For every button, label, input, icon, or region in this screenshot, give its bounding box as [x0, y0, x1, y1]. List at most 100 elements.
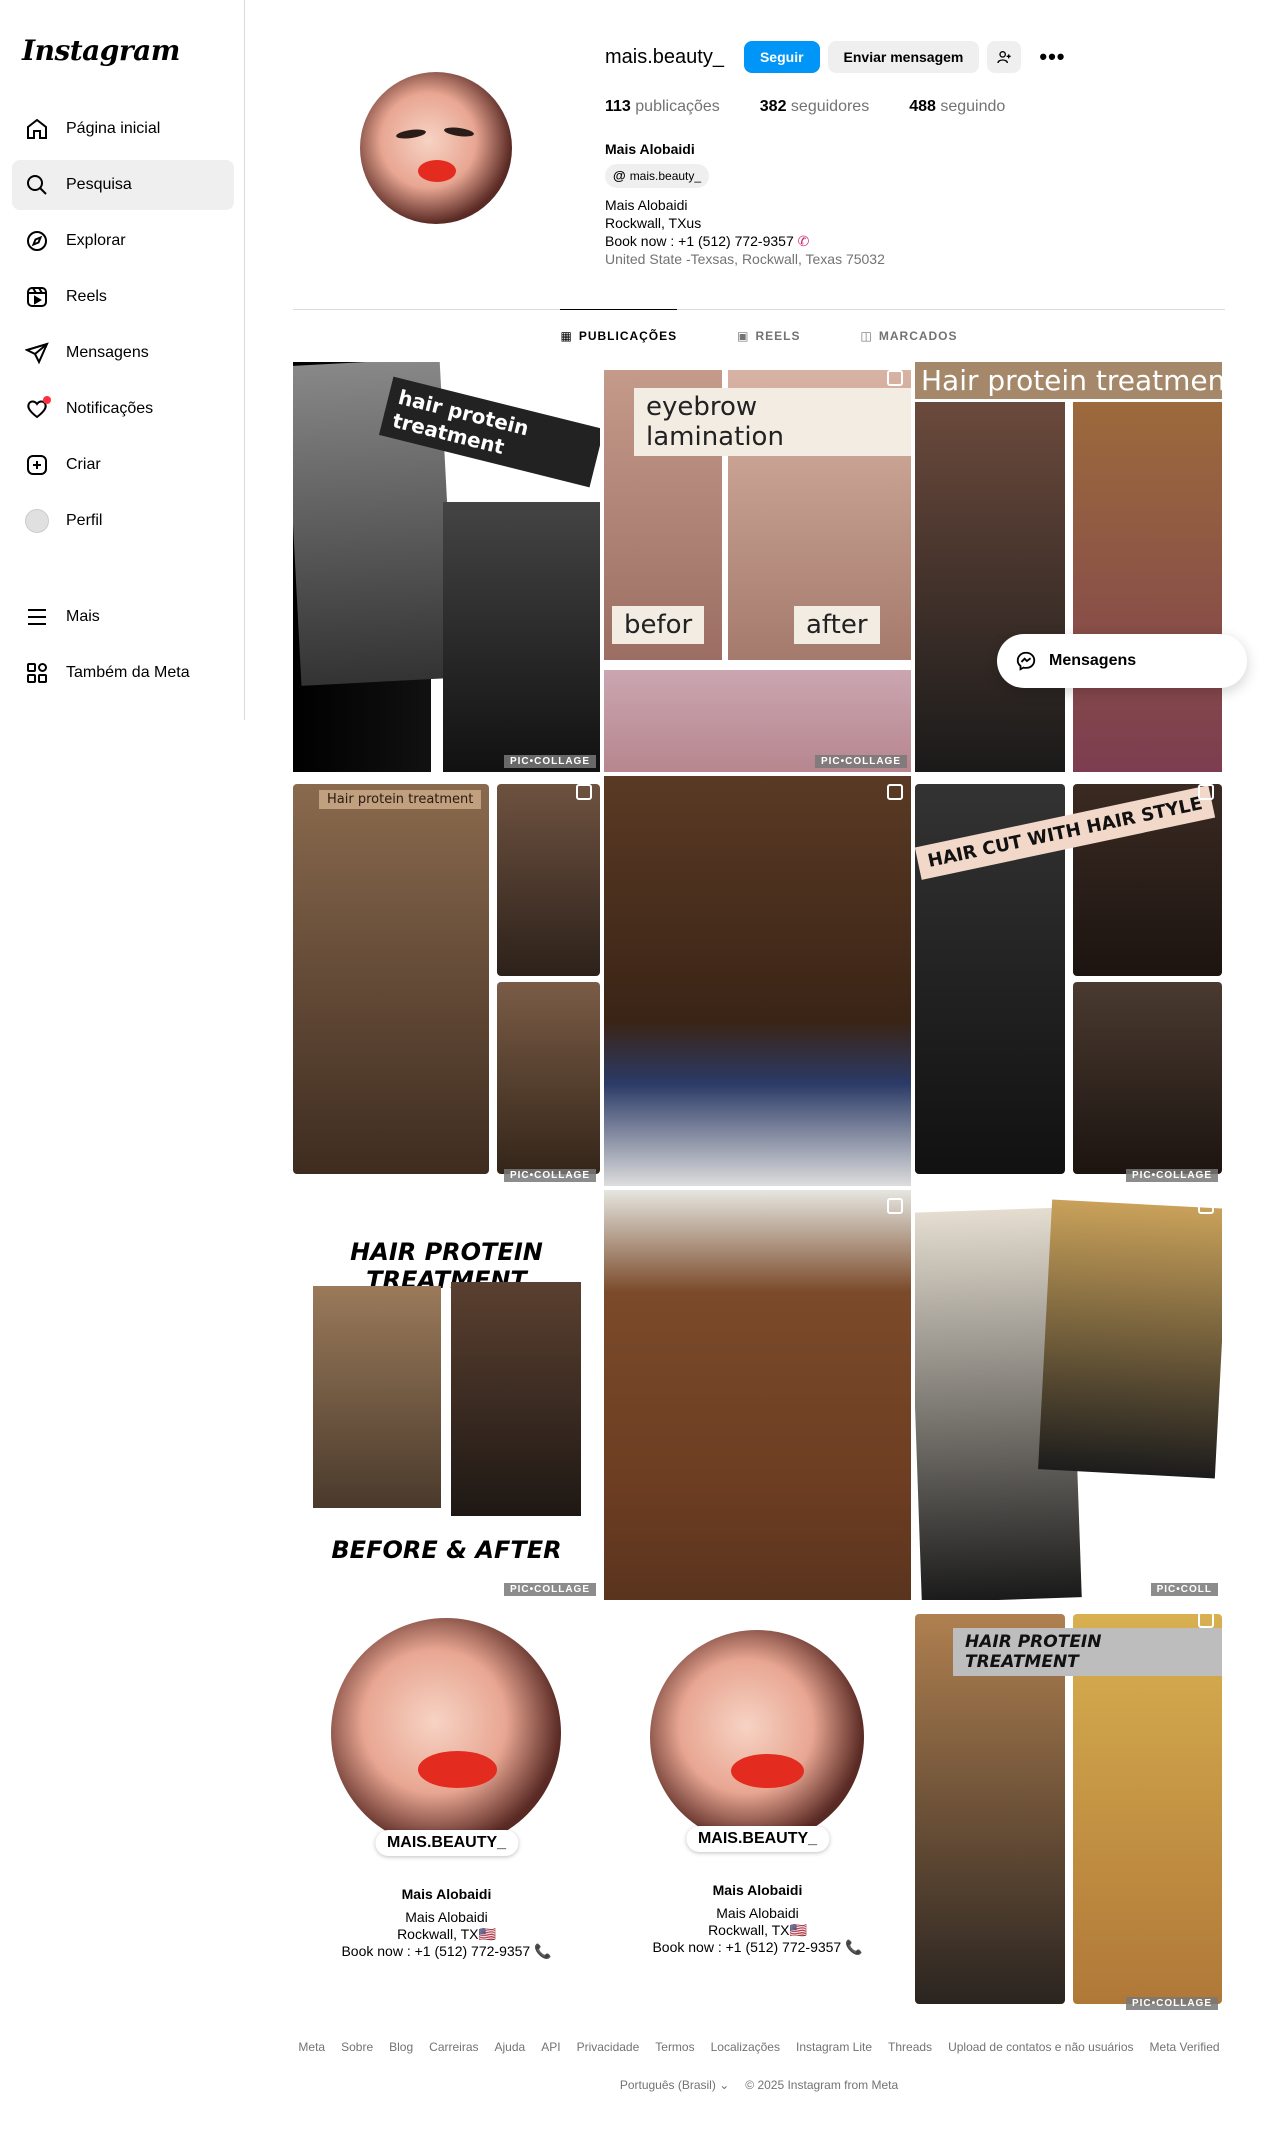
tab-tagged[interactable]: ◫ MARCADOS [861, 309, 958, 361]
post-tile[interactable]: HAIR CUT WITH HAIR STYLE PIC•COLLAGE [915, 776, 1222, 1186]
carousel-icon [1198, 1198, 1214, 1214]
carousel-icon [887, 784, 903, 800]
footer-link[interactable]: Privacidade [577, 2040, 640, 2054]
threads-icon: @ [613, 168, 626, 183]
carousel-icon [1198, 784, 1214, 800]
instagram-logo[interactable]: Instagram [22, 34, 180, 67]
follow-button[interactable]: Seguir [743, 41, 820, 73]
post-tile[interactable] [604, 776, 911, 1186]
sidebar-item-label: Explorar [66, 232, 126, 249]
sidebar-item-create[interactable]: Criar [12, 440, 234, 490]
sidebar-item-explore[interactable]: Explorar [12, 216, 234, 266]
compass-icon [24, 228, 50, 254]
post-tile[interactable]: hair protein treatment PIC•COLLAGE [293, 362, 600, 772]
footer: Meta Sobre Blog Carreiras Ajuda API Priv… [293, 2040, 1225, 2092]
footer-link[interactable]: Meta Verified [1150, 2040, 1220, 2054]
language-select[interactable]: Português (Brasil) ⌄ [620, 2078, 729, 2092]
tab-posts[interactable]: ▦ PUBLICAÇÕES [560, 309, 678, 361]
profile-illustration [331, 1618, 561, 1848]
carousel-icon [887, 1198, 903, 1214]
watermark: PIC•COLLAGE [1125, 1997, 1218, 2010]
following-stat[interactable]: 488 seguindo [909, 98, 1005, 116]
footer-link[interactable]: Carreiras [429, 2040, 478, 2054]
footer-link[interactable]: API [541, 2040, 560, 2054]
profile-header: mais.beauty_ Seguir Enviar mensagem ••• … [245, 0, 1265, 310]
footer-link[interactable]: Meta [298, 2040, 325, 2054]
card-info: Mais Alobaidi Mais Alobaidi Rockwall, TX… [652, 1882, 863, 1955]
footer-link[interactable]: Ajuda [495, 2040, 526, 2054]
post-tile[interactable]: MAIS.BEAUTY_ Mais Alobaidi Mais Alobaidi… [293, 1604, 600, 2014]
post-title: Hair protein treatment [915, 362, 1222, 399]
profile-actions: mais.beauty_ Seguir Enviar mensagem ••• [605, 40, 1066, 74]
footer-link[interactable]: Localizações [711, 2040, 780, 2054]
after-photo [1073, 402, 1222, 772]
watermark: PIC•COLLAGE [503, 1169, 596, 1182]
profile-bio: Mais Alobaidi @ mais.beauty_ Mais Alobai… [605, 140, 885, 268]
avatar [25, 509, 49, 533]
before-label: befor [612, 606, 705, 644]
plus-square-icon [24, 452, 50, 478]
post-tile[interactable]: Hair protein treatment PIC•COLLAGE [293, 776, 600, 1186]
posts-stat: 113 publicações [605, 98, 720, 115]
post-title: eyebrow lamination [634, 388, 911, 456]
main-photo [293, 784, 489, 1174]
handle-pill: MAIS.BEAUTY_ [685, 1826, 830, 1852]
post-tile[interactable]: HAIR PROTEIN TREATMENT PIC•COLLAGE [915, 1604, 1222, 2014]
bio-line: Rockwall, TXus [605, 215, 702, 231]
after-photo [451, 1282, 581, 1516]
footer-link[interactable]: Sobre [341, 2040, 373, 2054]
footer-link[interactable]: Instagram Lite [796, 2040, 872, 2054]
post-caption: Hair protein treatment [319, 790, 482, 809]
watermark: PIC•COLLAGE [1125, 1169, 1218, 1182]
post-tile[interactable]: HAIR PROTEIN TREATMENT BEFORE & AFTER PI… [293, 1190, 600, 1600]
sidebar: Instagram Página inicial Pesquisa Explor… [0, 0, 245, 720]
watermark: PIC•COLL [1150, 1583, 1218, 1596]
post-tile[interactable]: Hair protein treatment [915, 362, 1222, 772]
search-icon [24, 172, 50, 198]
after-label: after [794, 606, 880, 644]
sidebar-item-reels[interactable]: Reels [12, 272, 234, 322]
sidebar-item-home[interactable]: Página inicial [12, 104, 234, 154]
profile-stats: 113 publicações 382 seguidores 488 segui… [605, 98, 1045, 116]
side-photo [497, 982, 600, 1174]
sidebar-item-search[interactable]: Pesquisa [12, 160, 234, 210]
card-info: Mais Alobaidi Mais Alobaidi Rockwall, TX… [341, 1886, 552, 1959]
post-tile[interactable]: eyebrow lamination befor after PIC•COLLA… [604, 362, 911, 772]
messages-float-button[interactable]: Mensagens [997, 634, 1247, 688]
sidebar-nav: Página inicial Pesquisa Explorar Reels M… [12, 104, 234, 704]
profile-picture[interactable] [360, 72, 512, 224]
footer-links: Meta Sobre Blog Carreiras Ajuda API Priv… [293, 2040, 1225, 2054]
sidebar-item-notifications[interactable]: Notificações [12, 384, 234, 434]
sidebar-item-label: Também da Meta [66, 664, 190, 681]
threads-link[interactable]: @ mais.beauty_ [605, 164, 710, 188]
profile-tabs: ▦ PUBLICAÇÕES ▣ REELS ◫ MARCADOS [293, 309, 1225, 365]
username: mais.beauty_ [605, 45, 724, 68]
footer-link[interactable]: Threads [888, 2040, 932, 2054]
tab-reels[interactable]: ▣ REELS [737, 309, 800, 361]
add-user-icon [997, 51, 1012, 64]
carousel-icon [576, 370, 592, 386]
sidebar-item-messages[interactable]: Mensagens [12, 328, 234, 378]
sidebar-item-label: Mensagens [66, 344, 149, 361]
sidebar-item-profile[interactable]: Perfil [12, 496, 234, 546]
sidebar-item-label: Página inicial [66, 120, 161, 137]
messages-float-label: Mensagens [1049, 652, 1137, 669]
post-tile[interactable]: PIC•COLL [915, 1190, 1222, 1600]
footer-link[interactable]: Upload de contatos e não usuários [948, 2040, 1133, 2054]
suggest-user-button[interactable] [987, 41, 1022, 73]
posts-grid: hair protein treatment PIC•COLLAGE eyebr… [293, 362, 1225, 2014]
footer-bottom: Português (Brasil) ⌄ © 2025 Instagram fr… [293, 2078, 1225, 2092]
more-options-icon[interactable]: ••• [1039, 44, 1065, 70]
sidebar-item-label: Perfil [66, 512, 103, 529]
post-tile[interactable] [604, 1190, 911, 1600]
sidebar-item-more[interactable]: Mais [12, 592, 234, 642]
sidebar-item-meta[interactable]: Também da Meta [12, 648, 234, 698]
post-tile[interactable]: MAIS.BEAUTY_ Mais Alobaidi Mais Alobaidi… [604, 1604, 911, 2014]
footer-link[interactable]: Blog [389, 2040, 413, 2054]
message-button[interactable]: Enviar mensagem [827, 41, 980, 73]
after-photo [1073, 982, 1222, 1174]
bio-address[interactable]: United State -Texsas, Rockwall, Texas 75… [605, 250, 885, 268]
meta-apps-icon [24, 660, 50, 686]
followers-stat[interactable]: 382 seguidores [760, 98, 869, 116]
footer-link[interactable]: Termos [655, 2040, 694, 2054]
